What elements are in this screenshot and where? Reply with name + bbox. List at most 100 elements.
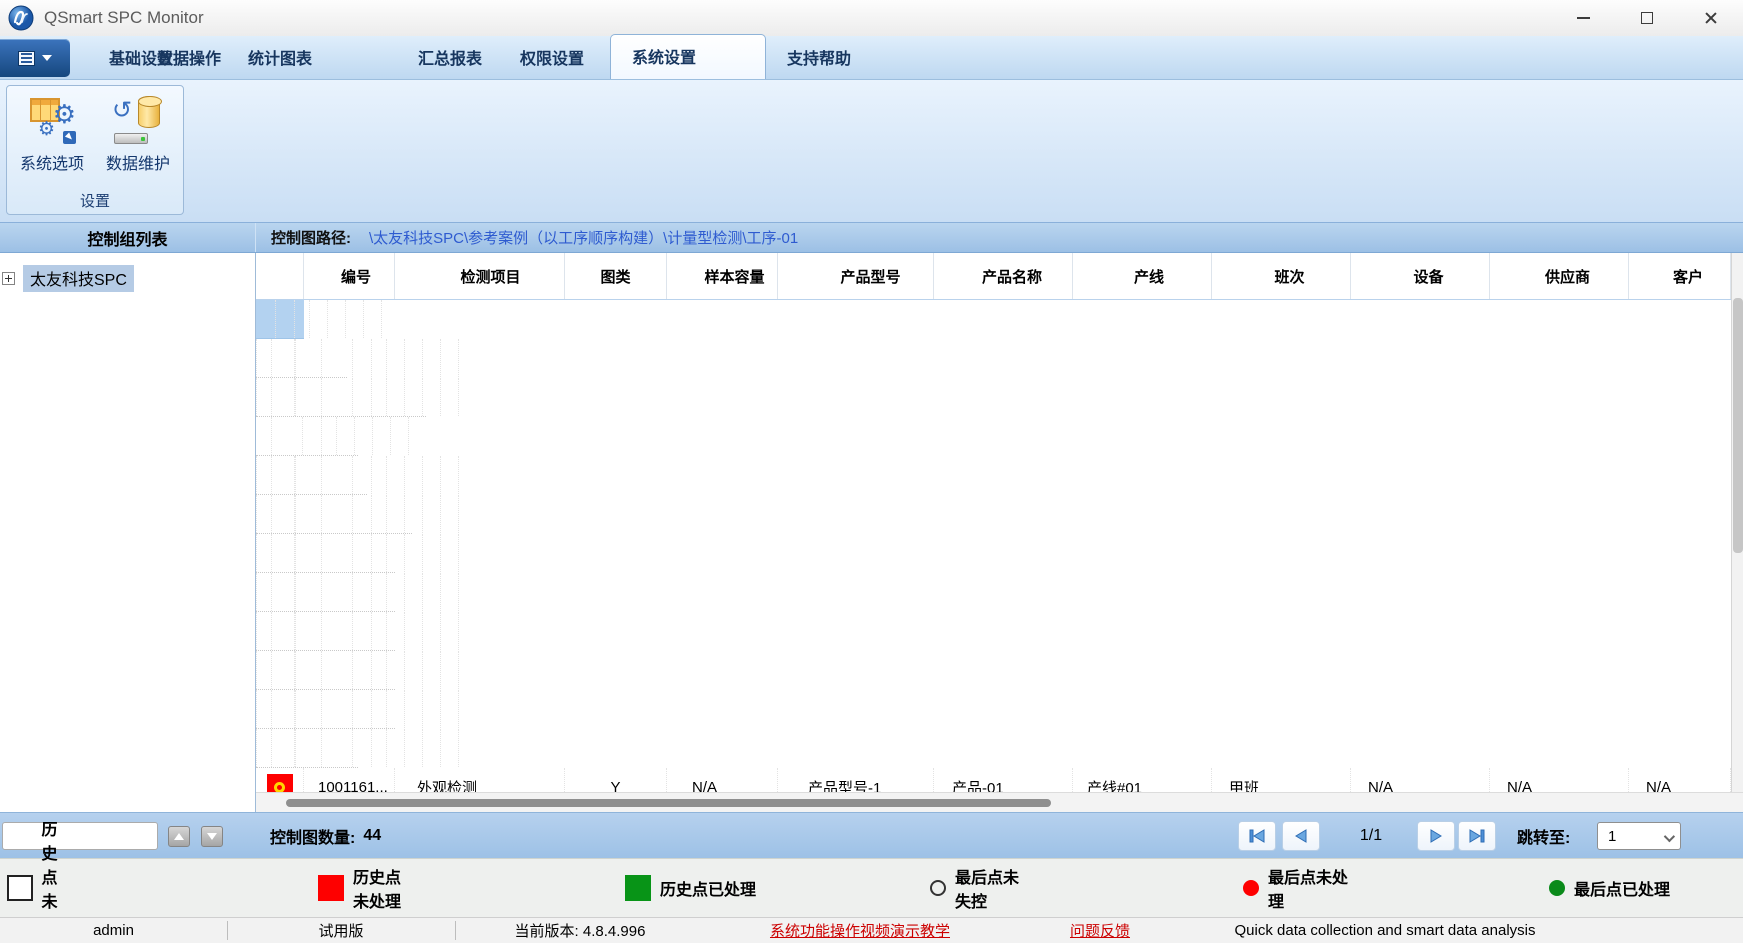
legend-item: 历史点已处理 [625,859,795,917]
tree-item-root[interactable]: 太友科技SPC [2,265,255,292]
table-row[interactable]: 1001161... 参数D XR 3 产品型号-1 产品-01 产线#01 甲… [256,612,395,651]
menu-tab[interactable]: 统计图表 [227,36,397,79]
cell-product-model: 产品型号-1 [322,573,353,611]
menu-tab[interactable]: 权限设置 [499,36,610,79]
move-up-button[interactable] [168,826,190,847]
cell-inspection-item: 外观检测 [272,729,295,767]
legend-item: 最后点未处理 [1243,859,1354,917]
horizontal-scrollbar[interactable] [256,792,1743,812]
table-column-header[interactable]: 供应商 [1490,253,1629,299]
app-menu-button[interactable] [0,39,70,77]
table-row[interactable]: 1001161... 参数B1 XS 5 产品型号-1 产品-01 产线#01 … [256,456,367,495]
group-search-input[interactable] [2,822,158,850]
data-maintenance-button[interactable]: ↺ 数据维护 [95,92,181,174]
cell-production-line: 产线#02 [372,378,387,416]
table-column-header[interactable]: 图类 [565,253,667,299]
menu-bar: 基础设置数据操作 统计图表 汇总报表权限设置系统设置 支持帮助 [0,36,1743,80]
status-bar: admin 试用版 当前版本: 4.8.4.996 系统功能操作视频演示教学 问… [0,917,1743,943]
tree-expand-icon[interactable] [2,272,15,285]
menu-tab-label: 汇总报表 [418,51,482,68]
menu-tab[interactable]: 基础设置 [88,36,136,79]
first-page-button[interactable] [1238,821,1276,851]
cell-supplier: N/A [373,417,391,455]
cell-inspection-item: 参数C1 [272,534,295,572]
table-row[interactable]: 1001161... 参数D XR 3 产品型号-1 产品-01 产线#01 乙… [256,573,395,612]
cell-production-line: 产线#01 [372,612,387,650]
cell-inspection-item: 外观检测 [395,768,565,792]
table-row[interactable]: 1001161... 外观检测 Y N/A 产品型号-1 产品-01 产线#01… [256,768,1731,792]
cell-supplier: N/A [423,495,441,533]
vertical-scrollbar[interactable] [1731,253,1743,792]
cell-customer: N/A [441,690,459,728]
vertical-scrollbar-thumb[interactable] [1733,298,1743,553]
title-bar: QSmart SPC Monitor [0,0,1743,36]
section-header-band: 控制组列表 控制图路径: \太友科技SPC\参考案例（以工序顺序构建）\计量型检… [0,222,1743,253]
chart-path-value: \太友科技SPC\参考案例（以工序顺序构建）\计量型检测\工序-01 [369,227,798,248]
cell-customer: N/A [441,339,459,377]
table-header-row: 编号检测项目图类样本容量产品型号产品名称产线班次设备供应商客户 [256,253,1731,300]
table-column-header[interactable]: 产品名称 [934,253,1073,299]
cell-shift: 甲班 [387,495,405,533]
table-column-header[interactable]: 产品型号 [778,253,934,299]
cell-equipment: N/A [405,456,423,494]
feedback-link[interactable]: 问题反馈 [1015,918,1185,943]
menu-tab[interactable]: 汇总报表 [397,36,499,79]
table-column-header[interactable]: 班次 [1212,253,1351,299]
table-column-header[interactable] [256,253,304,299]
cell-product-model: 产品型号-1 [272,417,303,455]
cell-equipment: N/A [405,378,423,416]
cell-inspection-item: 外观检测 [272,690,295,728]
menu-tab[interactable]: 数据操作 [136,36,227,79]
status-legend: 历史点未失控 历史点未处理 历史点已处理 最后点未失控 最后点未处理 最后点已处… [0,858,1743,917]
next-page-button[interactable] [1417,821,1455,851]
table-column-header[interactable]: 设备 [1351,253,1490,299]
menu-tab-label: 统计图表 [248,51,312,68]
horizontal-scrollbar-thumb[interactable] [286,799,1051,807]
video-tutorial-link[interactable]: 系统功能操作视频演示教学 [705,918,1015,943]
table-row[interactable]: 1001161... 外观检测 P N/A 产品型号-1 产品-01 产线#01… [256,690,395,729]
next-page-icon [1429,829,1443,843]
table-column-header[interactable]: 样本容量 [667,253,778,299]
menu-tab[interactable]: 支持帮助 [766,36,905,79]
minimize-button[interactable] [1551,0,1615,36]
table-row[interactable]: 1001161... 参数A XR 5 产品型号-1 产品-01 产线#01 甲… [256,300,304,339]
cell-sample-size: 3 [296,651,322,689]
last-page-button[interactable] [1458,821,1496,851]
status-user: admin [0,918,227,943]
system-options-button[interactable]: ⚙ ⚙ 系统选项 [9,92,95,174]
menu-tab[interactable]: 系统设置 [610,34,766,79]
table-row[interactable]: 1001161... 参数A XR 5 产品型号-1 产品-01 产线#02 甲… [256,339,347,378]
table-column-header[interactable]: 客户 [1629,253,1731,299]
cell-product-model: 产品型号-1 [322,534,353,572]
jump-to-dropdown[interactable]: 1 [1597,822,1681,850]
table-body: 1001161... 参数A XR 5 产品型号-1 产品-01 产线#01 甲… [256,300,1731,792]
table-row[interactable]: 1001161... 外观检测 Y N/A 产品型号-1 产品-01 产线#01… [256,729,358,768]
cell-supplier: N/A [423,534,441,572]
cell-product-name: 产品-01 [353,573,372,611]
table-row[interactable]: 1001161... 参数C1 IMR 1 产品型号-1 产品-01 产线#01… [256,534,395,573]
cell-number: 1001161... [257,612,272,650]
table-column-header[interactable]: 编号 [304,253,395,299]
cell-inspection-item: 参数D [272,573,295,611]
maximize-button[interactable] [1615,0,1679,36]
move-down-button[interactable] [201,826,223,847]
cell-customer: N/A [364,300,382,338]
cell-customer: N/A [1629,768,1731,792]
cell-customer: N/A [441,495,459,533]
app-window: QSmart SPC Monitor 基础设置数据操作统计图表汇总报表权限设置系… [0,0,1743,943]
previous-page-button[interactable] [1282,821,1320,851]
cell-customer: A客户 [441,651,459,689]
menu-tab-label: 支持帮助 [787,51,851,68]
table-column-header[interactable]: 检测项目 [395,253,565,299]
arrow-down-icon [207,833,217,840]
table-row[interactable]: 1001161... 参数A XR 5 产品型号-1 产品-01 产线#01 乙… [256,417,358,456]
table-row[interactable]: 1001161... 参数B2 XS 5 产品型号-1 产品-01 产线#01 … [256,495,412,534]
close-button[interactable] [1679,0,1743,36]
table-row[interactable]: 1001161... 参数D XR 3 产品型号-1 产品-01 产线#01 丙… [256,651,395,690]
ribbon-group-settings: ⚙ ⚙ 系统选项 ↺ 数据维护 设置 [6,85,184,215]
table-row[interactable]: 1001161... 参数A XR 5 产品型号-1 产品-01 产线#02 乙… [256,378,426,417]
table-column-header[interactable]: 产线 [1073,253,1212,299]
cell-customer: N/A [441,456,459,494]
cell-equipment: N/A [405,495,423,533]
jump-to-value: 1 [1608,828,1616,845]
